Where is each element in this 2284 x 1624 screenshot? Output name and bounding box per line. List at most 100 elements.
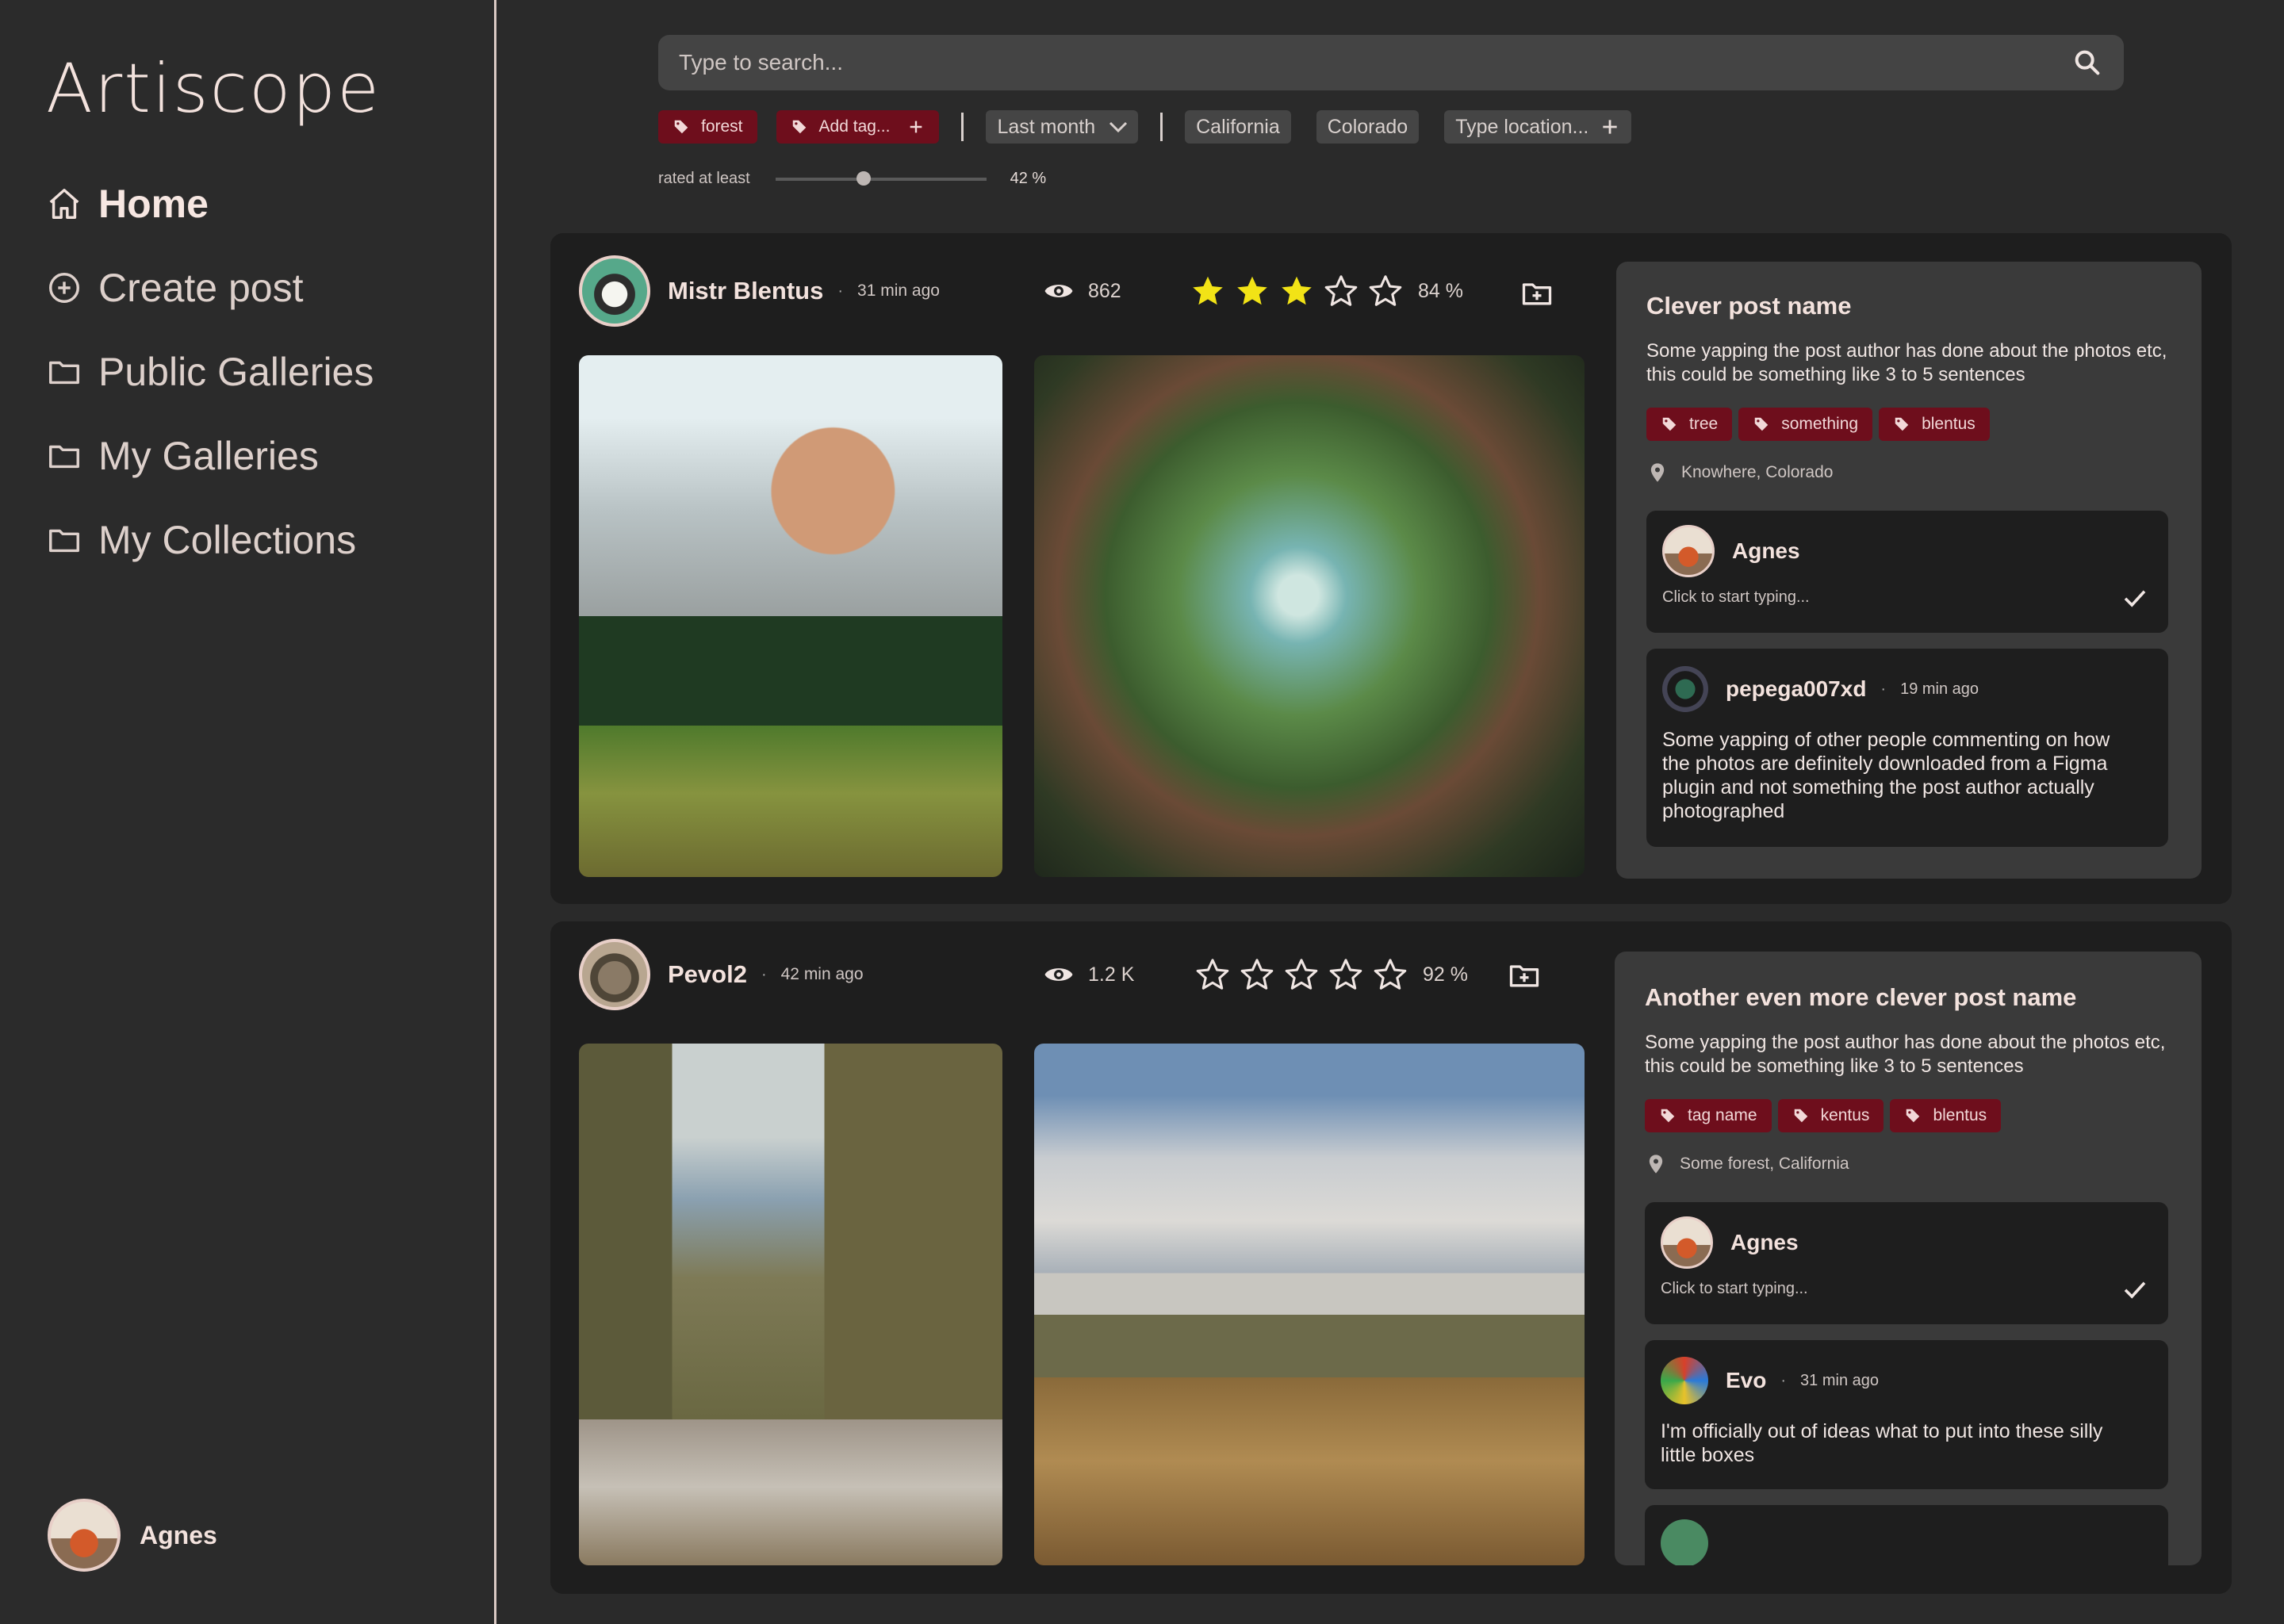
post-tag[interactable]: blentus <box>1890 1099 2002 1132</box>
star-filled-icon[interactable] <box>1278 273 1315 309</box>
add-to-collection-icon[interactable] <box>1519 276 1554 311</box>
current-user[interactable]: Agnes <box>48 1499 217 1572</box>
folder-icon <box>49 361 79 385</box>
plus-icon <box>910 121 922 133</box>
post-author-name: Pevol2 <box>668 960 747 988</box>
nav-item-public-galleries[interactable]: Public Galleries <box>46 344 374 400</box>
location-chip-label: Colorado <box>1327 115 1408 138</box>
chevron-down-icon <box>1109 121 1128 133</box>
search-bar <box>658 35 2124 90</box>
rating-filter: rated at least 42 % <box>658 170 1046 188</box>
post-title: Another even more clever post name <box>1645 983 2077 1011</box>
location-chip[interactable]: Colorado <box>1316 110 1420 144</box>
nav-label: Home <box>98 182 209 226</box>
avatar <box>579 939 650 1010</box>
star-outline-icon[interactable] <box>1283 956 1320 993</box>
star-outline-icon[interactable] <box>1372 956 1408 993</box>
rating-percent: 92 % <box>1423 963 1468 986</box>
view-count: 1.2 K <box>1042 958 1134 991</box>
post-tag-label: something <box>1781 415 1859 433</box>
reply-input[interactable] <box>1662 588 2106 607</box>
post-detail-panel: Another even more clever post name Some … <box>1615 952 2202 1565</box>
post-time: 42 min ago <box>780 965 864 983</box>
add-tag-button[interactable]: Add tag... <box>776 110 940 144</box>
location-pin-icon <box>1650 463 1665 482</box>
avatar <box>1661 1216 1713 1269</box>
comment-author-name: Evo <box>1726 1368 1767 1392</box>
avatar <box>1662 525 1715 577</box>
rating-filter-label: rated at least <box>658 170 750 187</box>
nav-item-my-galleries[interactable]: My Galleries <box>46 428 319 484</box>
post-title: Clever post name <box>1646 292 1852 320</box>
star-outline-icon[interactable] <box>1239 956 1275 993</box>
star-outline-icon[interactable] <box>1328 956 1364 993</box>
tag-icon <box>1662 417 1677 431</box>
comment <box>1645 1505 2168 1565</box>
post-tag[interactable]: kentus <box>1777 1099 1884 1132</box>
app-logo[interactable]: Artiscope <box>46 49 381 128</box>
sidebar: Artiscope Home Create post Public Galler… <box>0 0 496 1624</box>
post-location[interactable]: Knowhere, Colorado <box>1646 462 1833 484</box>
post-author[interactable]: Mistr Blentus · 31 min ago <box>579 255 940 327</box>
search-icon[interactable] <box>2071 47 2103 79</box>
comment-author[interactable]: Evo · 31 min ago <box>1661 1354 1879 1407</box>
post-tag[interactable]: something <box>1738 408 1873 441</box>
comment-author[interactable]: pepega007xd · 19 min ago <box>1662 663 1979 715</box>
post-location-label: Some forest, California <box>1680 1155 1849 1173</box>
star-filled-icon[interactable] <box>1190 273 1226 309</box>
avatar <box>1661 1519 1708 1565</box>
post-tag[interactable]: blentus <box>1879 408 1990 441</box>
post-author[interactable]: Pevol2 · 42 min ago <box>579 939 864 1010</box>
post-tag-label: blentus <box>1922 415 1976 433</box>
separator-dot: · <box>1880 680 1887 698</box>
post-time: 31 min ago <box>857 282 940 300</box>
post-photo-mountain[interactable] <box>579 355 1002 877</box>
post-photo-painting-valley[interactable] <box>1034 1044 1585 1565</box>
plus-circle-icon <box>49 273 79 303</box>
post-photo-painting-canyon[interactable] <box>579 1044 1002 1565</box>
search-input[interactable] <box>679 50 2071 75</box>
separator-dot: · <box>1780 1371 1787 1389</box>
nav-item-my-collections[interactable]: My Collections <box>46 512 356 568</box>
divider <box>961 113 964 141</box>
check-icon[interactable] <box>2121 1275 2149 1304</box>
reply-box: Agnes <box>1646 511 2168 633</box>
plus-icon <box>1603 120 1618 134</box>
star-outline-icon[interactable] <box>1194 956 1231 993</box>
time-range-select[interactable]: Last month <box>986 110 1139 144</box>
rating-slider[interactable] <box>775 170 987 186</box>
post-tag-label: tag name <box>1688 1106 1757 1124</box>
post-location[interactable]: Some forest, California <box>1645 1153 1849 1175</box>
tag-icon <box>1794 1109 1807 1123</box>
post-detail-panel: Clever post name Some yapping the post a… <box>1616 262 2202 879</box>
comment: Evo · 31 min ago I'm officially out of i… <box>1645 1340 2168 1489</box>
nav-item-create-post[interactable]: Create post <box>46 260 303 316</box>
post-tag-label: kentus <box>1820 1106 1870 1124</box>
nav-item-home[interactable]: Home <box>46 176 209 232</box>
location-pin-icon <box>1649 1155 1663 1174</box>
comment: pepega007xd · 19 min ago Some yapping of… <box>1646 649 2168 847</box>
post-tag-label: blentus <box>1933 1106 1987 1124</box>
star-filled-icon[interactable] <box>1234 273 1270 309</box>
tag-icon <box>1907 1109 1920 1123</box>
star-outline-icon[interactable] <box>1367 273 1404 309</box>
star-rating[interactable]: 84 % <box>1190 273 1463 309</box>
separator-dot: · <box>761 965 767 983</box>
post-tag[interactable]: tree <box>1646 408 1733 441</box>
filter-tag[interactable]: forest <box>658 110 757 144</box>
location-chip[interactable]: California <box>1185 110 1291 144</box>
post-tag[interactable]: tag name <box>1645 1099 1772 1132</box>
star-outline-icon[interactable] <box>1323 273 1359 309</box>
reply-input[interactable] <box>1661 1280 2105 1298</box>
comment-author-name: pepega007xd <box>1726 676 1867 701</box>
check-icon[interactable] <box>2121 584 2149 612</box>
comment-time: 31 min ago <box>1800 1371 1879 1389</box>
star-rating[interactable]: 92 % <box>1194 956 1468 993</box>
rating-filter-value: 42 % <box>1010 170 1047 187</box>
reply-author-name: Agnes <box>1732 538 1800 563</box>
add-location-button[interactable]: Type location... <box>1444 110 1632 144</box>
post-photo-trees[interactable] <box>1034 355 1585 877</box>
post-tag-label: tree <box>1689 415 1719 433</box>
slider-handle[interactable] <box>856 170 872 186</box>
add-to-collection-icon[interactable] <box>1507 958 1542 993</box>
